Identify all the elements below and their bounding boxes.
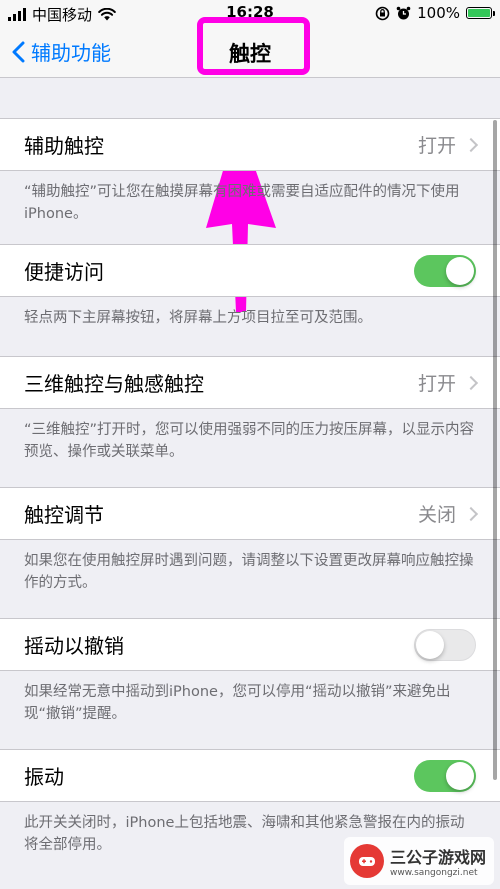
row-footer: 轻点两下主屏幕按钮，将屏幕上方项目拉至可及范围。 [24, 310, 372, 326]
row-reachability[interactable]: 便捷访问 [0, 244, 500, 297]
row-vibration[interactable]: 振动 [0, 749, 500, 802]
chevron-right-icon [463, 506, 479, 521]
chevron-right-icon [463, 375, 479, 390]
chevron-right-icon [463, 137, 479, 152]
watermark-text: 三公子游戏网 www.sangongzi.net [390, 844, 486, 878]
row-value-text: 关闭 [417, 504, 456, 526]
toggle-knob [446, 257, 474, 285]
battery-charging-icon [466, 7, 495, 19]
status-right: 100% [375, 4, 495, 22]
row-footer: “辅助触控”可让您在触摸屏幕有困难或需要自适应配件的情况下使用 iPhone。 [24, 184, 460, 222]
row-value-text: 打开 [417, 135, 456, 157]
toggle-knob [416, 631, 444, 659]
status-bar: 中国移动 16:28 100% [0, 0, 500, 26]
page-title: 触控 [229, 42, 271, 66]
row-label: 辅助触控 [24, 134, 104, 158]
row-label: 摇动以撤销 [24, 634, 124, 658]
reachability-toggle[interactable] [414, 255, 476, 287]
scroll-indicator[interactable] [493, 120, 497, 780]
orientation-lock-icon [375, 6, 390, 20]
vibration-toggle[interactable] [414, 760, 476, 792]
row-value-text: 打开 [417, 373, 456, 395]
row-footer: “三维触控”打开时，您可以使用强弱不同的压力按压屏幕，以显示内容预览、操作或关联… [24, 422, 475, 460]
row-label: 振动 [24, 765, 64, 789]
gamepad-icon [359, 857, 375, 866]
row-footer: 如果您在使用触控屏时遇到问题，请调整以下设置更改屏幕响应触控操作的方式。 [24, 553, 474, 591]
battery-percent: 100% [417, 4, 460, 22]
row-label: 触控调节 [24, 503, 104, 527]
battery-fill [468, 9, 490, 17]
row-label: 便捷访问 [24, 260, 104, 284]
watermark-logo-icon [350, 844, 384, 878]
watermark-title: 三公子游戏网 [390, 848, 487, 867]
row-value: 打开 [417, 119, 479, 170]
row-shake-to-undo[interactable]: 摇动以撤销 [0, 618, 500, 671]
navigation-bar: 辅助功能 触控 [0, 26, 500, 78]
alarm-icon [396, 6, 411, 19]
shake-to-undo-toggle[interactable] [414, 629, 476, 661]
row-3d-touch[interactable]: 三维触控与触感触控 打开 [0, 356, 500, 409]
watermark-url: www.sangongzi.net [390, 868, 478, 878]
row-label: 三维触控与触感触控 [24, 372, 204, 396]
toggle-knob [446, 762, 474, 790]
row-value: 打开 [417, 357, 479, 408]
row-assistive-touch[interactable]: 辅助触控 打开 [0, 118, 500, 171]
watermark: 三公子游戏网 www.sangongzi.net [344, 837, 494, 885]
row-footer: 如果经常无意中摇动到iPhone，您可以停用“摇动以撤销”来避免出现“撤销”提醒… [24, 684, 451, 722]
row-touch-accommodations[interactable]: 触控调节 关闭 [0, 487, 500, 540]
row-value: 关闭 [417, 488, 479, 539]
settings-list: 辅助触控 打开 “辅助触控”可让您在触摸屏幕有困难或需要自适应配件的情况下使用 … [0, 78, 500, 880]
